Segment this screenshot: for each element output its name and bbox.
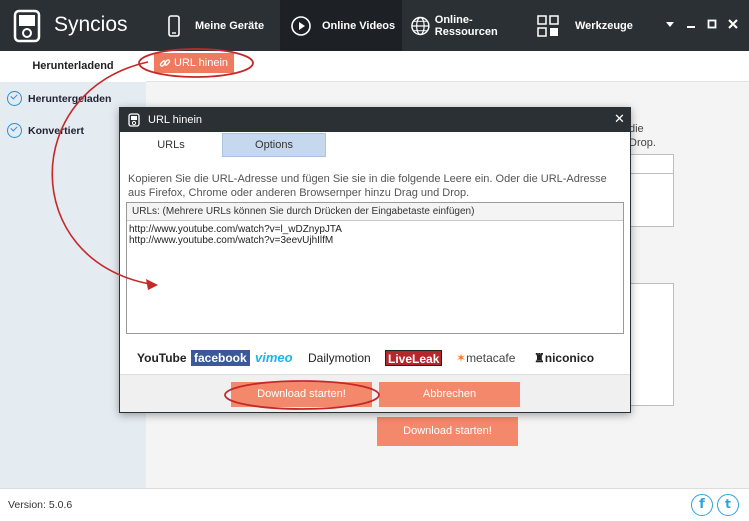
check-circle-icon: [7, 123, 22, 138]
vimeo-logo: vimeo: [255, 350, 293, 365]
nav-online-resources[interactable]: Online-Ressourcen: [410, 0, 530, 51]
dialog-titlebar: URL hinein ✕: [120, 108, 630, 132]
liveleak-logo: LiveLeak: [385, 350, 443, 366]
metacafe-logo-text: metacafe: [466, 351, 516, 365]
tab-urls[interactable]: URLs: [120, 132, 222, 158]
download-start-button[interactable]: Download starten!: [231, 382, 372, 407]
dialog-footer: Download starten! Abbrechen: [120, 374, 630, 412]
youtube-logo-text: YouTube: [137, 351, 187, 365]
bg-download-start-button[interactable]: Download starten!: [377, 417, 518, 446]
phone-icon: [168, 14, 180, 37]
youtube-logo: YouTube: [137, 350, 187, 366]
syncios-logo-icon: [13, 9, 41, 43]
close-window-icon[interactable]: [727, 18, 739, 30]
check-circle-icon: [7, 91, 22, 106]
dialog-body: Kopieren Sie die URL-Adresse und fügen S…: [120, 158, 630, 374]
dailymotion-logo: Dailymotion: [308, 351, 371, 365]
url-add-label: URL hinein: [174, 57, 229, 69]
grid-icon: [537, 14, 559, 37]
sidebar-item-downloading[interactable]: Herunterladend: [0, 51, 146, 82]
version-label: Version: 5.0.6: [8, 499, 73, 511]
bg-panel: [628, 283, 674, 406]
metacafe-logo: ✶metacafe: [456, 351, 516, 365]
bg-panel: [628, 174, 674, 227]
cancel-button[interactable]: Abbrechen: [379, 382, 520, 407]
sidebar-item-label: Konvertiert: [28, 124, 85, 137]
dialog-tabs: URLs Options: [120, 132, 630, 158]
sidebar-item-label: Heruntergeladen: [28, 92, 112, 105]
url-add-button[interactable]: URL hinein: [154, 53, 234, 73]
dialog-close-icon[interactable]: ✕: [614, 112, 625, 126]
nav-online-videos-label: Online Videos: [322, 19, 396, 32]
sidebar-item-converted[interactable]: Konvertiert: [7, 123, 84, 138]
dialog-title: URL hinein: [148, 114, 203, 126]
top-bar: Syncios Meine Geräte Online Videos Onlin…: [0, 0, 749, 51]
menu-dropdown-icon[interactable]: [664, 18, 676, 30]
twitter-icon[interactable]: t: [717, 494, 739, 516]
niconico-logo: ♜niconico: [534, 351, 595, 365]
url-line: http://www.youtube.com/watch?v=l_wDZnypJ…: [129, 224, 342, 235]
bg-description-text: die Drop.: [629, 123, 656, 149]
footer: Version: 5.0.6 f t: [0, 488, 749, 521]
facebook-icon[interactable]: f: [691, 494, 713, 516]
nav-tools[interactable]: Werkzeuge: [537, 0, 637, 51]
play-circle-icon: [291, 15, 311, 36]
sidebar-item-downloaded[interactable]: Heruntergeladen: [7, 91, 111, 106]
globe-icon: [411, 16, 430, 35]
bg-field: [628, 154, 674, 174]
urls-textarea[interactable]: URLs: (Mehrere URLs können Sie durch Drü…: [126, 202, 624, 334]
supported-sites-logos: YouTube facebook vimeo Dailymotion LiveL…: [120, 344, 630, 374]
nav-my-devices-label: Meine Geräte: [195, 19, 265, 32]
minimize-icon[interactable]: [685, 18, 697, 30]
app-title: Syncios: [54, 13, 128, 36]
tab-options[interactable]: Options: [222, 133, 326, 157]
urls-label: URLs: (Mehrere URLs können Sie durch Drü…: [127, 203, 623, 221]
nav-my-devices[interactable]: Meine Geräte: [163, 0, 280, 51]
nav-online-resources-label: Online-Ressourcen: [434, 13, 498, 38]
maximize-icon[interactable]: [706, 18, 718, 30]
nav-tools-label: Werkzeuge: [575, 19, 633, 32]
syncios-small-icon: [128, 113, 140, 127]
dialog-description: Kopieren Sie die URL-Adresse und fügen S…: [128, 173, 607, 199]
url-line: http://www.youtube.com/watch?v=3eevUjhIl…: [129, 235, 334, 246]
main-toolbar: [146, 51, 749, 82]
nav-online-videos[interactable]: Online Videos: [280, 0, 402, 51]
link-icon: [159, 59, 171, 67]
facebook-logo: facebook: [191, 350, 250, 366]
url-dialog: URL hinein ✕ URLs Options Kopieren Sie d…: [119, 107, 631, 413]
niconico-logo-text: niconico: [544, 351, 595, 365]
